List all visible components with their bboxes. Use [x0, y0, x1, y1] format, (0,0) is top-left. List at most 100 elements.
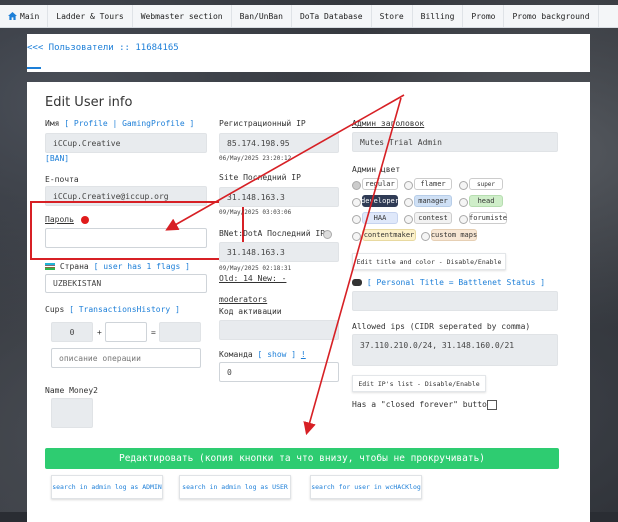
search-wchack-log-button[interactable]: search for user in wcHACKlog — [310, 475, 422, 499]
cups-add-field[interactable] — [105, 322, 147, 342]
color-pill-custom-maps[interactable]: custom maps — [431, 229, 477, 241]
plus-sign: + — [97, 328, 102, 337]
name-label-row: Имя [ Profile | GamingProfile ] — [45, 119, 195, 128]
team-field[interactable]: 0 — [219, 362, 339, 382]
color-pill-super[interactable]: super — [469, 178, 503, 190]
page-title: Edit User info — [45, 95, 133, 110]
gamepad-icon — [352, 279, 362, 286]
country-field[interactable]: UZBEKISTAN — [45, 274, 207, 293]
cups-label: Cups — [45, 305, 65, 314]
team-excl-link[interactable]: ! — [301, 350, 306, 359]
edit-ips-toggle-button[interactable]: Edit IP's list - Disable/Enable — [352, 375, 486, 392]
color-pill-head[interactable]: head — [469, 195, 503, 207]
nav-store[interactable]: Store — [372, 5, 413, 27]
admin-color-label: Админ цвет — [352, 165, 401, 174]
nav-main-label: Main — [20, 11, 40, 21]
activation-field — [219, 320, 339, 340]
color-pill-haa[interactable]: HAA — [362, 212, 398, 224]
breadcrumb[interactable]: <<< Пользователи :: 11684165 — [27, 43, 179, 53]
password-annotation-box — [30, 201, 244, 260]
reg-ip-field: 85.174.198.95 — [219, 133, 339, 153]
search-admin-log-admin-button[interactable]: search in admin log as ADMIN — [51, 475, 163, 499]
name-label: Имя — [45, 119, 60, 128]
site-ip-label: Site Последний IP — [219, 173, 301, 182]
reg-ip-date: 06/May/2025 23:20:12 — [219, 155, 292, 162]
country-label-row: Страна [ user has 1 flags ] — [45, 262, 190, 271]
color-pill-contentmaker[interactable]: contentmaker — [362, 229, 416, 241]
submit-edit-button[interactable]: Редактировать (копия кнопки та что внизу… — [45, 448, 559, 469]
money2-label: Name Money2 — [45, 386, 98, 395]
bnet-status-dot — [323, 230, 332, 239]
color-pill-regular[interactable]: regular — [362, 178, 398, 190]
edit-user-card: Edit User info Имя [ Profile | GamingPro… — [27, 82, 590, 522]
color-radio-manager[interactable] — [404, 198, 413, 207]
admin-title-field: Mutes Trial Admin — [352, 132, 558, 152]
color-pill-manager[interactable]: manager — [414, 195, 452, 207]
color-radio-haa[interactable] — [352, 215, 361, 224]
edit-title-toggle-button[interactable]: Edit title and color - Disable/Enable — [352, 253, 506, 270]
nav-billing[interactable]: Billing — [413, 5, 464, 27]
operation-description-input[interactable]: описание операции — [51, 348, 201, 368]
color-pill-developer[interactable]: developer — [361, 195, 399, 207]
name-field[interactable]: iCCup.Creative — [45, 133, 207, 153]
home-icon — [8, 12, 17, 20]
nav-ban[interactable]: Ban/UnBan — [232, 5, 292, 27]
bnet-ip-field: 31.148.163.3 — [219, 242, 339, 262]
color-pill-flamer[interactable]: flamer — [414, 178, 452, 190]
gaming-profile-link[interactable]: GamingProfile — [122, 119, 185, 128]
closed-forever-label: Has a "closed forever" button — [352, 400, 492, 409]
nav-ladder[interactable]: Ladder & Tours — [48, 5, 133, 27]
top-nav: Main Ladder & Tours Webmaster section Ba… — [0, 5, 618, 28]
allowed-ips-label: Allowed ips (CIDR seperated by comma) — [352, 322, 531, 331]
color-pill-forumiste[interactable]: forumiste — [469, 212, 507, 224]
moderators-link[interactable]: moderators — [219, 295, 267, 304]
nav-main[interactable]: Main — [0, 5, 49, 27]
color-pill-contest[interactable]: contest — [414, 212, 452, 224]
color-radio-developer[interactable] — [352, 198, 361, 207]
color-radio-custom-maps[interactable] — [421, 232, 430, 241]
personal-title-field — [352, 291, 558, 311]
color-radio-forumiste[interactable] — [459, 215, 468, 224]
money2-field — [51, 398, 93, 428]
nav-promo[interactable]: Promo — [463, 5, 505, 27]
reg-ip-label: Регистрационный IP — [219, 119, 306, 128]
country-label: Страна — [59, 262, 89, 271]
color-radio-flamer[interactable] — [404, 181, 413, 190]
old-new-link[interactable]: Old: 14 New: - — [219, 274, 286, 283]
search-admin-log-user-button[interactable]: search in admin log as USER — [179, 475, 291, 499]
color-radio-contest[interactable] — [404, 215, 413, 224]
profile-link[interactable]: Profile — [74, 119, 108, 128]
color-radio-contentmaker[interactable] — [352, 232, 361, 241]
uz-flag-icon — [45, 263, 55, 270]
site-ip-date: 09/May/2025 03:03:06 — [219, 209, 292, 216]
email-label: E-почта — [45, 175, 79, 184]
closed-forever-checkbox[interactable] — [487, 400, 497, 410]
cups-result-field — [159, 322, 201, 342]
breadcrumb-underline — [27, 67, 41, 69]
color-radio-regular[interactable] — [352, 181, 361, 190]
team-label-row: Команда [ show ] ! — [219, 350, 306, 359]
transactions-link[interactable]: TransactionsHistory — [79, 305, 171, 314]
breadcrumb-panel: <<< Пользователи :: 11684165 — [27, 34, 590, 72]
nav-dota-db[interactable]: DoTa Database — [292, 5, 372, 27]
team-label: Команда — [219, 350, 253, 359]
equals-sign: = — [151, 328, 156, 337]
color-radio-head[interactable] — [459, 198, 468, 207]
site-ip-field: 31.148.163.3 — [219, 187, 339, 207]
personal-title-label: Personal Title = Battlenet Status — [376, 278, 536, 287]
bnet-ip-label: BNet:DotA Последний IP — [219, 229, 325, 238]
cups-current-field: 0 — [51, 322, 93, 342]
bnet-ip-date: 09/May/2025 02:18:31 — [219, 265, 292, 272]
ban-link-row: [BAN] — [45, 154, 70, 163]
activation-label: Код активации — [219, 307, 282, 316]
ban-link[interactable]: BAN — [50, 154, 64, 163]
flags-link[interactable]: user has 1 flags — [103, 262, 180, 271]
nav-webmaster[interactable]: Webmaster section — [133, 5, 232, 27]
personal-title-label-row: [ Personal Title = Battlenet Status ] — [352, 278, 545, 287]
show-link[interactable]: show — [267, 350, 286, 359]
cups-label-row: Cups [ TransactionsHistory ] — [45, 305, 180, 314]
color-radio-super[interactable] — [459, 181, 468, 190]
admin-title-label: Админ заголовок — [352, 119, 425, 128]
allowed-ips-field: 37.110.210.0/24, 31.148.160.0/21 — [352, 334, 558, 366]
nav-promo-bg[interactable]: Promo background — [504, 5, 599, 27]
